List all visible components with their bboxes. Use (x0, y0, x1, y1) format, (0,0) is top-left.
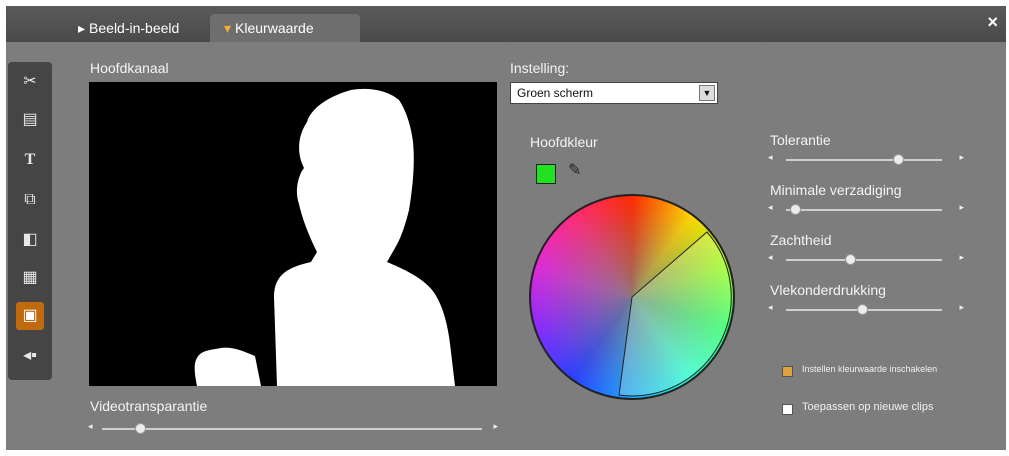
video-transparency-slider[interactable]: ◂ ▸ (88, 421, 498, 435)
tab-bar: ▸ Beeld-in-beeld ▾ Kleurwaarde × (6, 6, 1006, 42)
tab-label: Kleurwaarde (235, 20, 314, 36)
setting-selected-value: Groen scherm (517, 86, 594, 100)
chroma-key-panel: ▸ Beeld-in-beeld ▾ Kleurwaarde × ✂ ▤ T ⧉ ◧… (6, 6, 1006, 450)
text-icon[interactable]: T (16, 146, 44, 174)
video-preview (89, 82, 497, 386)
slider-left-arrow-icon[interactable]: ◂ (768, 152, 773, 163)
adjustment-slider[interactable]: ◂ ▸ (768, 152, 964, 166)
triangle-down-icon: ▾ (224, 20, 232, 36)
slider-track (102, 428, 482, 430)
slider-right-arrow-icon[interactable]: ▸ (493, 421, 498, 432)
slider-left-arrow-icon[interactable]: ◂ (88, 421, 93, 432)
slider-track (786, 209, 942, 211)
chroma-key-icon[interactable]: ▣ (16, 302, 44, 330)
slider-track (786, 159, 942, 161)
slider-left-arrow-icon[interactable]: ◂ (768, 252, 773, 263)
slider-thumb[interactable] (844, 254, 856, 265)
slider-track (786, 259, 942, 261)
camera-icon[interactable]: ◧ (16, 226, 44, 254)
clip-icon[interactable]: ▦ (16, 264, 44, 292)
setting-select[interactable]: Groen scherm ▼ (510, 82, 718, 104)
slider-thumb[interactable] (857, 304, 869, 315)
slider-thumb[interactable] (135, 423, 146, 434)
tab-label: Beeld-in-beeld (89, 20, 180, 36)
color-wheel[interactable] (529, 194, 735, 400)
slider-label: Vlekonderdrukking (770, 282, 886, 298)
key-range-wedge (618, 231, 732, 397)
slider-right-arrow-icon[interactable]: ▸ (959, 252, 964, 263)
eyedropper-icon[interactable]: ✎ (568, 160, 581, 180)
adjustment-slider[interactable]: ◂ ▸ (768, 202, 964, 216)
silhouette-mask (194, 88, 455, 386)
chevron-down-icon[interactable]: ▼ (699, 85, 715, 101)
scissors-icon[interactable]: ✂ (16, 68, 44, 96)
slider-label: Tolerantie (770, 132, 831, 148)
slider-label: Zachtheid (770, 232, 832, 248)
transition-icon[interactable]: ⧉ (16, 186, 44, 214)
audio-icon[interactable]: ◂▪ (16, 342, 44, 370)
slider-left-arrow-icon[interactable]: ◂ (768, 202, 773, 213)
close-icon[interactable]: × (987, 12, 998, 33)
slider-right-arrow-icon[interactable]: ▸ (959, 152, 964, 163)
video-transparency-label: Videotransparantie (90, 398, 208, 414)
enable-chroma-key-label: Instellen kleurwaarde inschakelen (802, 364, 938, 374)
slider-thumb[interactable] (893, 154, 905, 165)
tab-picture-in-picture[interactable]: ▸ Beeld-in-beeld (64, 14, 200, 42)
key-color-label: Hoofdkleur (530, 134, 598, 150)
title-icon[interactable]: ▤ (16, 106, 44, 134)
effects-toolbar: ✂ ▤ T ⧉ ◧ ▦ ▣ ◂▪ (8, 62, 52, 380)
apply-to-new-clips-label: Toepassen op nieuwe clips (802, 401, 934, 413)
main-channel-label: Hoofdkanaal (90, 60, 169, 76)
slider-left-arrow-icon[interactable]: ◂ (768, 302, 773, 313)
adjustment-slider[interactable]: ◂ ▸ (768, 252, 964, 266)
adjustment-slider[interactable]: ◂ ▸ (768, 302, 964, 316)
slider-label: Minimale verzadiging (770, 182, 902, 198)
slider-right-arrow-icon[interactable]: ▸ (959, 202, 964, 213)
apply-to-new-clips-checkbox[interactable] (782, 404, 793, 415)
slider-right-arrow-icon[interactable]: ▸ (959, 302, 964, 313)
triangle-right-icon: ▸ (78, 20, 86, 36)
enable-chroma-key-checkbox[interactable] (782, 366, 793, 377)
setting-label: Instelling: (510, 60, 570, 76)
slider-thumb[interactable] (790, 204, 802, 215)
tab-chroma-key[interactable]: ▾ Kleurwaarde (210, 14, 360, 42)
key-color-swatch[interactable] (536, 164, 556, 184)
